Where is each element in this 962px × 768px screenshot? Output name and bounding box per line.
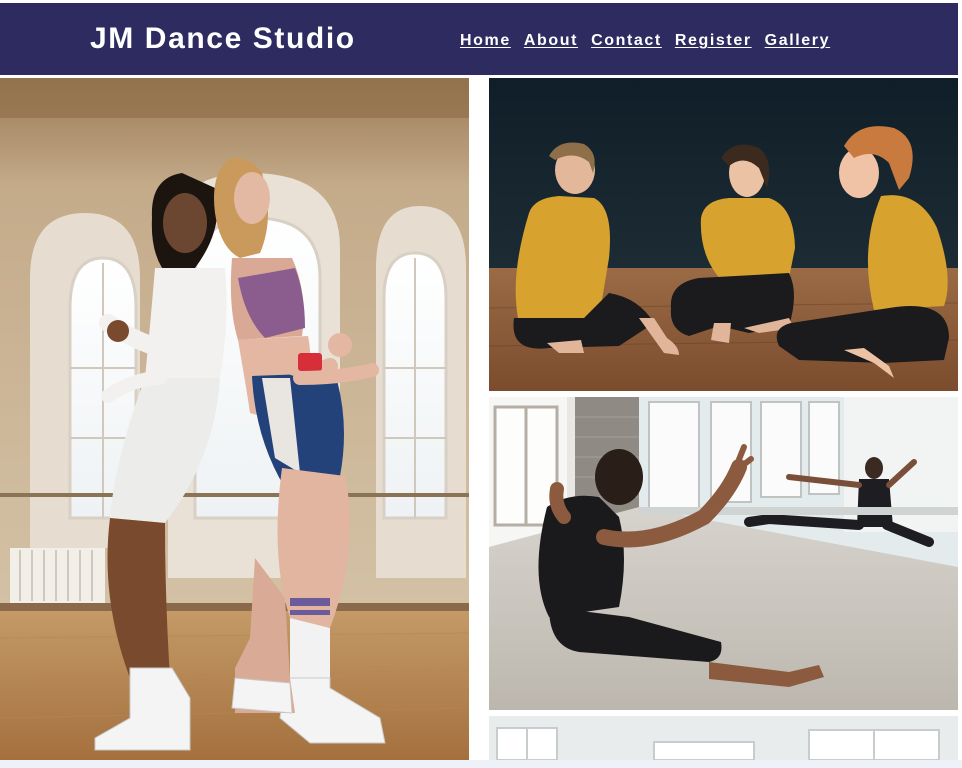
nav-link-gallery[interactable]: Gallery	[765, 32, 830, 50]
gallery-photo-retro-dancers	[0, 78, 469, 760]
site-header: JM Dance Studio Home About Contact Regis…	[0, 3, 958, 75]
gallery-photo-seated-dancers	[489, 78, 958, 391]
gallery-photo-studio-windows	[489, 716, 958, 760]
photo-mirror-stretch-image	[489, 397, 958, 710]
photo-retro-dancers-image	[0, 78, 469, 760]
page-bottom-strip	[0, 760, 962, 768]
main-nav: Home About Contact Register Gallery	[460, 32, 830, 50]
site-title: JM Dance Studio	[90, 22, 356, 55]
nav-link-contact[interactable]: Contact	[591, 32, 662, 50]
nav-link-about[interactable]: About	[524, 32, 578, 50]
page: JM Dance Studio Home About Contact Regis…	[0, 0, 962, 768]
nav-link-register[interactable]: Register	[675, 32, 752, 50]
nav-link-home[interactable]: Home	[460, 32, 511, 50]
photo-studio-windows-image	[489, 716, 958, 760]
photo-seated-dancers-image	[489, 78, 958, 391]
gallery-photo-mirror-stretch	[489, 397, 958, 710]
